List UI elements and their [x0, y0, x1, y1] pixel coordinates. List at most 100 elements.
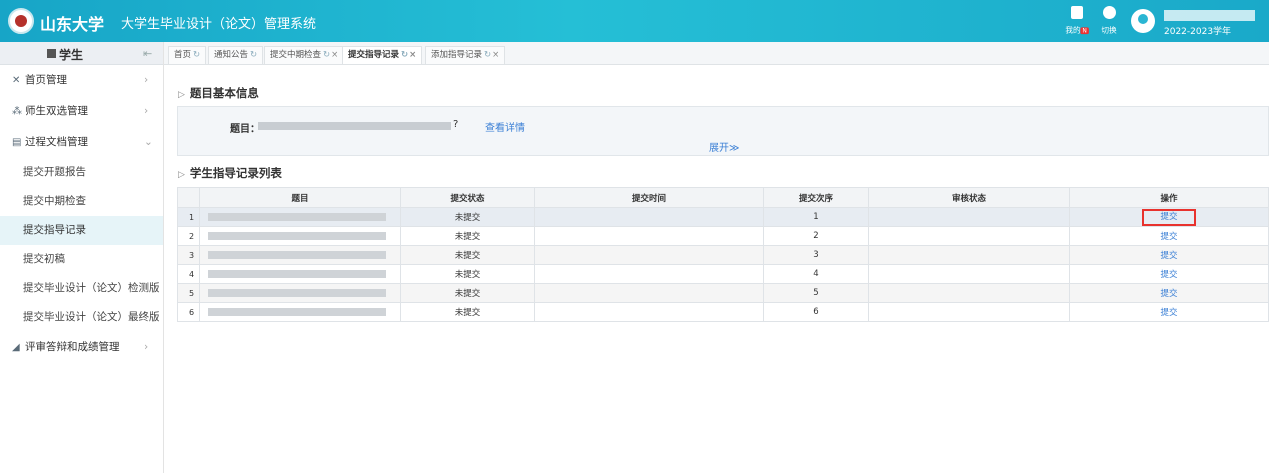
row-status: 未提交 [400, 264, 535, 284]
tab-bar: 首页 ↻ 通知公告 ↻ 提交中期检查 ↻× 提交指导记录 ↻× 添加指导记录 ↻× [164, 42, 1269, 65]
switch-button[interactable]: 切换 [1092, 6, 1126, 36]
table-row: 3 未提交 3 提交 [177, 245, 1269, 265]
row-status: 未提交 [400, 226, 535, 246]
refresh-icon[interactable]: ↻ [484, 50, 491, 60]
submit-link[interactable]: 提交 [1160, 308, 1177, 318]
section-title-text: 题目基本信息 [189, 86, 259, 100]
tab-add-guidance-record[interactable]: 添加指导记录 ↻× [425, 46, 506, 64]
message-button[interactable]: 我的 N [1060, 6, 1094, 36]
expand-label: 展开 [709, 143, 729, 154]
topic-info-box: 题目： ? 查看详情 展开≫ [177, 106, 1269, 156]
submit-link[interactable]: 提交 [1160, 251, 1177, 261]
submit-link[interactable]: 提交 [1160, 232, 1177, 242]
refresh-icon[interactable]: ↻ [401, 50, 408, 60]
sidebar-item-label: 首页管理 [25, 74, 67, 86]
row-time [534, 226, 764, 246]
row-index: 5 [177, 283, 200, 303]
sidebar-item-mutual-selection[interactable]: ⁂ 师生双选管理 › [0, 96, 163, 127]
row-status: 未提交 [400, 302, 535, 322]
sidebar-subitem-check-version[interactable]: 提交毕业设计（论文）检测版 [0, 274, 163, 303]
row-status: 未提交 [400, 245, 535, 265]
row-action-cell: 提交 [1069, 226, 1269, 246]
column-header-action: 操作 [1069, 187, 1269, 208]
tab-home[interactable]: 首页 ↻ [168, 46, 207, 64]
row-review [868, 283, 1070, 303]
row-review [868, 245, 1070, 265]
refresh-icon[interactable]: ↻ [250, 50, 257, 60]
sidebar-subitem-guidance-record[interactable]: 提交指导记录 [0, 216, 163, 245]
sidebar-subitem-first-draft[interactable]: 提交初稿 [0, 245, 163, 274]
collapse-sidebar-icon[interactable]: ⇤ [143, 47, 152, 60]
row-index: 4 [177, 264, 200, 284]
row-review [868, 207, 1070, 227]
tab-label: 提交指导记录 [348, 50, 400, 60]
row-status: 未提交 [400, 207, 535, 227]
row-index: 6 [177, 302, 200, 322]
row-status: 未提交 [400, 283, 535, 303]
highlight-box: 提交 [1142, 208, 1196, 226]
sidebar-item-home[interactable]: ✕ 首页管理 › [0, 65, 163, 96]
submit-link[interactable]: 提交 [1160, 270, 1177, 280]
refresh-icon[interactable]: ↻ [193, 50, 200, 60]
row-title-redacted [199, 283, 401, 303]
home-icon: ✕ [12, 75, 21, 86]
expand-button[interactable]: 展开≫ [709, 139, 739, 154]
triangle-right-icon: ▷ [178, 90, 185, 100]
sidebar-subitem-final-version[interactable]: 提交毕业设计（论文）最终版 [0, 303, 163, 332]
university-name: 山东大学 [40, 15, 105, 34]
sidebar-subitem-proposal[interactable]: 提交开题报告 [0, 158, 163, 187]
column-header-status: 提交状态 [400, 187, 535, 208]
view-details-link[interactable]: 查看详情 [485, 119, 525, 134]
chevron-down-icon: ⌄ [144, 136, 153, 148]
sidebar-item-review-grades[interactable]: ◢ 评审答辩和成绩管理 › [0, 332, 163, 363]
row-order: 1 [763, 207, 869, 227]
tab-guidance-record[interactable]: 提交指导记录 ↻× [342, 46, 423, 64]
row-time [534, 245, 764, 265]
top-header: 山东大学 大学生毕业设计（论文）管理系统 我的 N 切换 2022-2023学年 [0, 0, 1269, 42]
sidebar-item-process-documents[interactable]: ▤ 过程文档管理 ⌄ [0, 127, 163, 158]
user-role: 学生 [59, 48, 84, 62]
column-header-title: 题目 [199, 187, 401, 208]
row-order: 5 [763, 283, 869, 303]
column-header-review: 审核状态 [868, 187, 1070, 208]
row-action-cell: 提交 [1069, 283, 1269, 303]
document-icon: ▤ [12, 137, 22, 148]
sidebar-header: 学生 ⇤ [0, 42, 163, 65]
close-icon[interactable]: × [492, 50, 499, 60]
row-title-redacted [199, 207, 401, 227]
user-name-redacted [1164, 10, 1255, 21]
sidebar-subitem-midterm[interactable]: 提交中期检查 [0, 187, 163, 216]
row-order: 3 [763, 245, 869, 265]
university-logo-icon [8, 8, 34, 34]
topic-suffix: ? [453, 119, 459, 130]
triangle-right-icon: ▷ [178, 170, 185, 180]
row-action-cell: 提交 [1069, 245, 1269, 265]
tab-label: 通知公告 [214, 50, 249, 60]
close-icon[interactable]: × [409, 50, 416, 60]
row-review [868, 264, 1070, 284]
list-section-title: ▷ 学生指导记录列表 [178, 165, 282, 181]
sidebar-item-label: 过程文档管理 [25, 136, 88, 148]
chevron-right-icon: › [144, 341, 149, 353]
row-action-cell: 提交 [1069, 207, 1269, 227]
row-time [534, 283, 764, 303]
tab-label: 提交中期检查 [270, 50, 322, 60]
switch-label: 切换 [1101, 26, 1117, 36]
message-badge: N [1080, 27, 1089, 35]
row-review [868, 226, 1070, 246]
chart-icon: ◢ [12, 342, 20, 353]
row-action-cell: 提交 [1069, 264, 1269, 284]
avatar[interactable] [1131, 9, 1155, 33]
tab-midterm-check[interactable]: 提交中期检查 ↻× [264, 46, 345, 64]
submit-link[interactable]: 提交 [1160, 289, 1177, 299]
message-label: 我的 [1065, 26, 1081, 36]
row-index: 3 [177, 245, 200, 265]
submit-link[interactable]: 提交 [1160, 212, 1177, 222]
sidebar-item-label: 师生双选管理 [25, 105, 88, 117]
system-title: 大学生毕业设计（论文）管理系统 [121, 17, 317, 32]
tab-notices[interactable]: 通知公告 ↻ [208, 46, 264, 64]
sidebar-item-label: 评审答辩和成绩管理 [25, 341, 120, 353]
close-icon[interactable]: × [331, 50, 338, 60]
column-header-order: 提交次序 [763, 187, 869, 208]
refresh-icon[interactable]: ↻ [323, 50, 330, 60]
